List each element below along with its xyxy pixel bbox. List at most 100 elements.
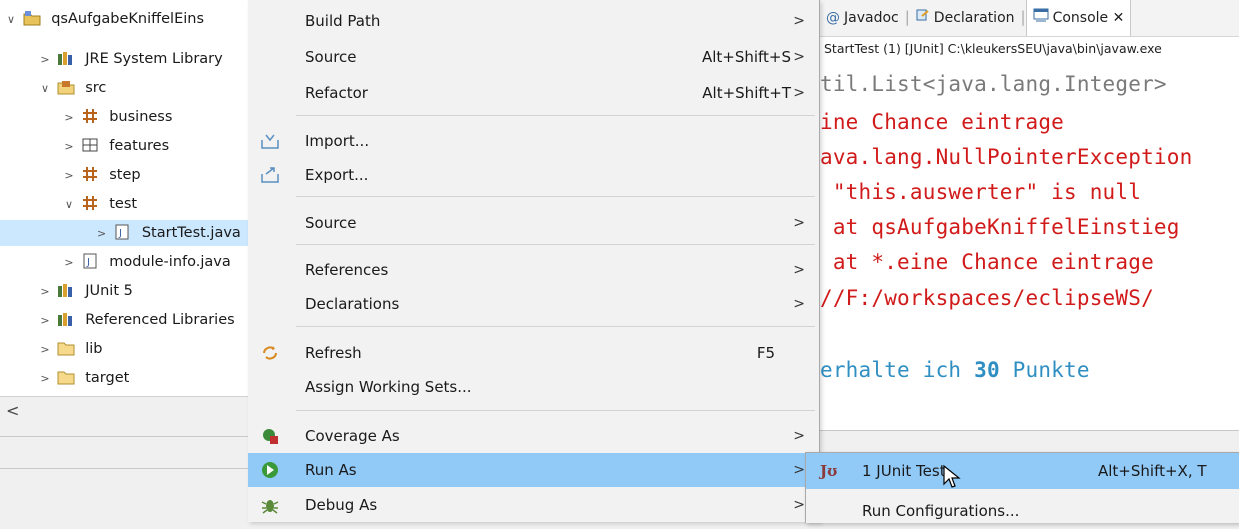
menu-item-build-path[interactable]: Build Path > bbox=[248, 4, 819, 38]
package-icon bbox=[82, 109, 97, 123]
tree-item-business[interactable]: > business bbox=[62, 104, 172, 130]
package-icon bbox=[82, 167, 97, 181]
close-icon[interactable]: ✕ bbox=[1113, 10, 1125, 26]
tree-item-test[interactable]: ∨ test bbox=[62, 191, 137, 217]
collapse-twisty-icon[interactable]: > bbox=[95, 221, 109, 247]
export-icon bbox=[261, 167, 279, 183]
collapse-twisty-icon[interactable]: > bbox=[62, 105, 76, 131]
expand-twisty-icon[interactable]: ∨ bbox=[38, 76, 52, 102]
tree-item-lib[interactable]: > lib bbox=[38, 336, 102, 362]
result-number: 30 bbox=[974, 358, 1000, 382]
tree-item-label: features bbox=[109, 138, 170, 154]
menu-item-label: Refresh bbox=[305, 344, 362, 362]
menu-item-label: 1 JUnit Test bbox=[862, 462, 946, 480]
console-line: //F:/workspaces/eclipseWS/ bbox=[820, 286, 1154, 310]
import-icon bbox=[261, 134, 279, 149]
tab-declaration[interactable]: Declaration bbox=[910, 0, 1021, 36]
folder-icon bbox=[57, 371, 75, 385]
console-line: ine Chance eintrage bbox=[820, 110, 1065, 134]
tree-item-referenced-libraries[interactable]: > Referenced Libraries bbox=[38, 307, 234, 334]
menu-item-shortcut: Alt+Shift+S bbox=[701, 48, 791, 66]
submenu-arrow-icon: > bbox=[793, 497, 805, 513]
view-tab-bar: @ Javadoc | Declaration | Console ✕ bbox=[820, 0, 1239, 37]
menu-item-declarations[interactable]: Declarations > bbox=[248, 287, 819, 321]
menu-item-junit-test[interactable]: Jʊ 1 JUnit Test Alt+Shift+X, T bbox=[806, 453, 1239, 489]
at-icon: @ bbox=[826, 10, 840, 26]
console-line: til.List<java.lang.Integer> bbox=[820, 72, 1167, 96]
tree-item-label: module-info.java bbox=[109, 254, 231, 270]
collapse-twisty-icon[interactable]: > bbox=[62, 250, 76, 276]
menu-item-assign-working-sets[interactable]: Assign Working Sets... bbox=[248, 370, 819, 404]
source-folder-icon bbox=[57, 81, 75, 95]
lower-left-panel bbox=[0, 424, 248, 522]
menu-separator bbox=[296, 326, 815, 327]
tree-item-step[interactable]: > step bbox=[62, 162, 141, 188]
tree-item-junit5[interactable]: > JUnit 5 bbox=[38, 278, 133, 305]
tree-item-label: JRE System Library bbox=[85, 51, 223, 67]
empty-package-icon bbox=[82, 138, 98, 152]
submenu-arrow-icon: > bbox=[793, 215, 805, 231]
tree-item-jre[interactable]: > JRE System Library bbox=[38, 46, 223, 73]
expand-twisty-icon[interactable]: ∨ bbox=[4, 7, 18, 33]
menu-item-run-configurations[interactable]: Run Configurations... bbox=[806, 493, 1239, 529]
menu-separator bbox=[296, 244, 815, 245]
menu-item-refactor[interactable]: Refactor Alt+Shift+T > bbox=[248, 76, 819, 110]
tree-item-features[interactable]: > features bbox=[62, 133, 169, 159]
submenu-arrow-icon: > bbox=[793, 462, 805, 478]
menu-item-shortcut: Alt+Shift+X, T bbox=[1098, 462, 1207, 480]
collapse-twisty-icon[interactable]: > bbox=[38, 279, 52, 305]
context-menu: Build Path > Source Alt+Shift+S > Refact… bbox=[248, 0, 820, 522]
menu-item-source[interactable]: Source Alt+Shift+S > bbox=[248, 40, 819, 74]
menu-separator bbox=[296, 196, 815, 197]
menu-item-debug-as[interactable]: Debug As > bbox=[248, 488, 819, 522]
expand-twisty-icon[interactable]: ∨ bbox=[62, 192, 76, 218]
menu-item-label: Coverage As bbox=[305, 427, 400, 445]
tree-item-project[interactable]: ∨ qsAufgabeKniffelEins bbox=[4, 6, 204, 32]
console-view: @ Javadoc | Declaration | Console ✕ StartTest… bbox=[820, 0, 1239, 523]
menu-item-label: Debug As bbox=[305, 496, 378, 514]
console-line: at *.eine Chance eintrage bbox=[820, 250, 1154, 274]
tree-item-target[interactable]: > target bbox=[38, 365, 129, 391]
tree-item-module-info[interactable]: > J module-info.java bbox=[62, 249, 231, 275]
menu-item-coverage-as[interactable]: Coverage As > bbox=[248, 419, 819, 453]
tree-item-label: StartTest.java bbox=[141, 225, 241, 241]
menu-item-import[interactable]: Import... bbox=[248, 124, 819, 158]
collapse-twisty-icon[interactable]: > bbox=[62, 134, 76, 160]
menu-item-label: Declarations bbox=[305, 295, 400, 313]
menu-item-references[interactable]: References > bbox=[248, 253, 819, 287]
submenu-arrow-icon: > bbox=[793, 85, 805, 101]
submenu-arrow-icon: > bbox=[793, 49, 805, 65]
project-icon bbox=[23, 11, 41, 26]
tab-javadoc[interactable]: @ Javadoc bbox=[820, 0, 905, 36]
collapse-twisty-icon[interactable]: > bbox=[38, 337, 52, 363]
package-icon bbox=[82, 196, 97, 210]
collapse-twisty-icon[interactable]: > bbox=[62, 163, 76, 189]
collapse-twisty-icon[interactable]: > bbox=[38, 308, 52, 334]
menu-item-source-2[interactable]: Source > bbox=[248, 206, 819, 240]
tree-item-label: JUnit 5 bbox=[85, 283, 133, 299]
tree-item-label: qsAufgabeKniffelEins bbox=[51, 11, 205, 27]
tree-item-label: business bbox=[109, 109, 173, 125]
console-icon bbox=[1033, 0, 1049, 36]
tree-item-label: src bbox=[85, 80, 107, 96]
menu-item-run-as[interactable]: Run As > bbox=[248, 453, 819, 487]
tree-item-starttest[interactable]: > J StartTest.java bbox=[0, 220, 248, 246]
collapse-twisty-icon[interactable]: > bbox=[38, 47, 52, 73]
tab-label: Javadoc bbox=[844, 10, 899, 26]
result-suffix: Punkte bbox=[999, 358, 1090, 382]
submenu-arrow-icon: > bbox=[793, 13, 805, 29]
package-explorer: ∨ qsAufgabeKniffelEins > JRE System Libr… bbox=[0, 0, 248, 396]
menu-item-export[interactable]: Export... bbox=[248, 158, 819, 192]
menu-item-label: Source bbox=[305, 214, 357, 232]
java-file-icon: J bbox=[83, 253, 97, 269]
tree-item-src[interactable]: ∨ src bbox=[38, 75, 106, 101]
menu-item-shortcut: F5 bbox=[756, 344, 775, 362]
tab-console[interactable]: Console ✕ bbox=[1025, 0, 1132, 36]
menu-item-refresh[interactable]: Refresh F5 bbox=[248, 336, 819, 370]
collapse-twisty-icon[interactable]: > bbox=[38, 366, 52, 392]
scroll-left-icon[interactable]: < bbox=[6, 401, 19, 420]
menu-separator bbox=[296, 115, 815, 116]
horizontal-scrollbar[interactable]: < bbox=[0, 396, 248, 425]
menu-item-label: Build Path bbox=[305, 12, 381, 30]
tab-label: Declaration bbox=[933, 10, 1015, 26]
